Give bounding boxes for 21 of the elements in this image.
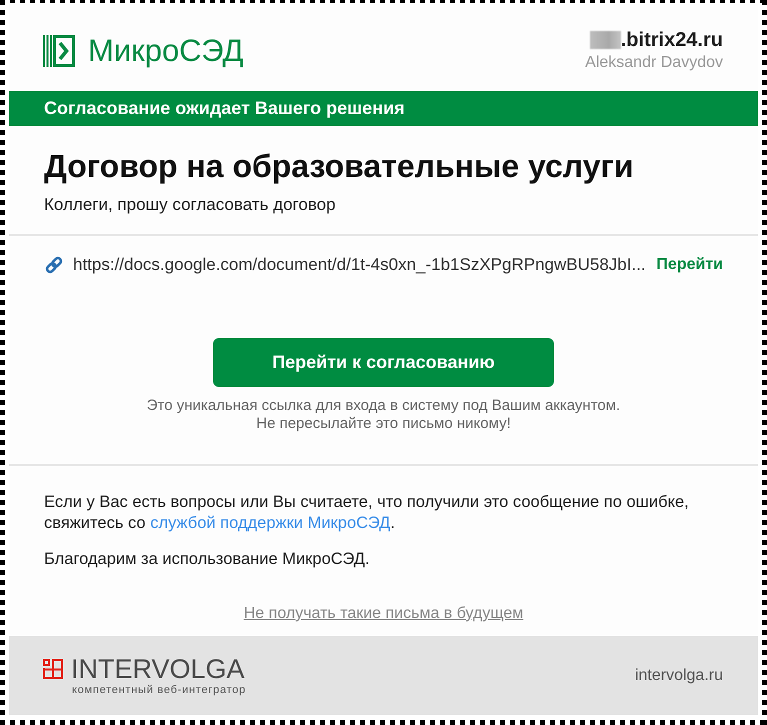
portal-domain: .bitrix24.ru [620,29,723,51]
account-notice: Это уникальная ссылка для входа в систему под Вашим аккаунтом. Не пересылайте это письмо никому! [146,397,622,433]
document-title: Договор на образовательные услуги [44,148,634,184]
company-tagline: компетентный веб-интегратор [72,684,246,697]
grid-logo-icon [43,659,63,679]
support-text: Если у Вас есть вопросы или Вы считаете, что получили это сообщение по ошибке, свяжитесь со службой поддержки МикроСЭД. [44,492,690,534]
unsubscribe-link[interactable]: Не получать такие письма в будущем [244,605,524,622]
document-message: Коллеги, прошу согласовать договор [44,196,337,214]
company-logo-text: INTERVOLGA [71,654,245,684]
blurred-block [590,31,621,49]
company-site-link[interactable]: intervolga.ru [634,666,723,684]
support-link[interactable]: службой поддержки МикроСЭД [150,514,390,532]
user-name: Aleksandr Davydov [585,54,723,72]
logo-text: МикроСЭД [88,34,244,68]
open-link[interactable]: Перейти [656,256,723,274]
document-url: https://docs.google.com/document/d/1t-4s0xn_-1b1SzXPgRPngwBU58JbI... [73,255,647,275]
approve-button[interactable]: Перейти к согласованию [213,338,554,387]
link-icon [45,256,63,274]
status-banner: Согласование ожидает Вашего решения [9,91,758,126]
thanks-text: Благодарим за использование МикроСЭД. [44,549,371,570]
logo-icon [43,34,75,66]
